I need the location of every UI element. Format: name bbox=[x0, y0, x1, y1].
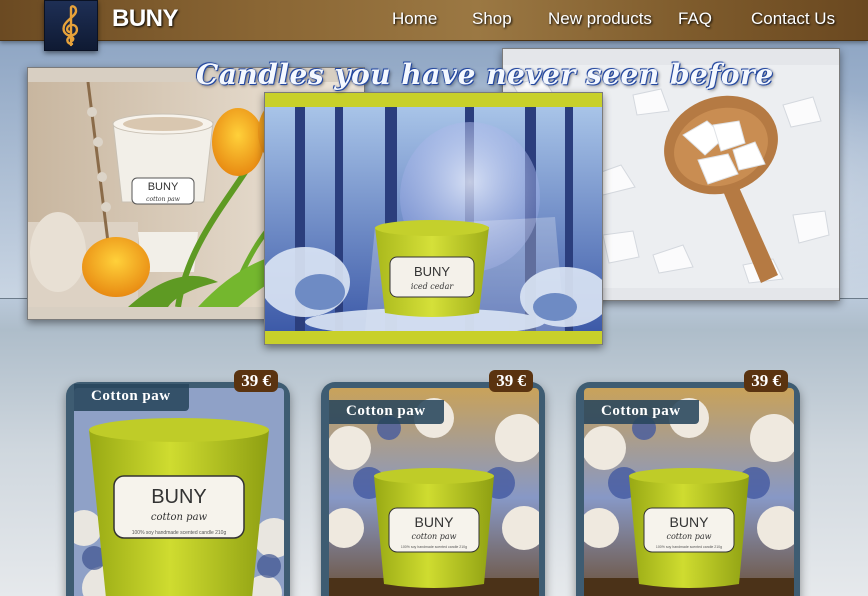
candle-label-brand: BUNY bbox=[415, 514, 455, 530]
nav-home[interactable]: Home bbox=[392, 9, 437, 29]
nav-faq[interactable]: FAQ bbox=[678, 9, 712, 29]
product-name[interactable]: Cotton paw bbox=[329, 400, 444, 424]
price-badge: 39 € bbox=[489, 370, 533, 392]
nav-contact-us[interactable]: Contact Us bbox=[751, 9, 835, 29]
candle-label-brand: BUNY bbox=[151, 486, 207, 508]
hero-tagline: Candles you have never seen before bbox=[196, 58, 774, 91]
candle-label-brand: BUNY bbox=[414, 264, 450, 279]
iced-cedar-forest-image: BUNY iced cedar bbox=[265, 107, 602, 336]
product-card[interactable]: 39 € BUNY cotton paw 100% soy handmade s… bbox=[576, 370, 800, 596]
product-name[interactable]: Cotton paw bbox=[584, 400, 699, 424]
nav-new-products[interactable]: New products bbox=[548, 9, 652, 29]
main-nav: Home Shop New products FAQ Contact Us bbox=[0, 9, 868, 33]
candle-label-name: iced cedar bbox=[411, 282, 455, 291]
product-name[interactable]: Cotton paw bbox=[74, 384, 189, 411]
candle-label-small: 100% soy handmade scented candle 210g bbox=[401, 545, 467, 549]
product-image[interactable]: BUNY cotton paw 100% soy handmade scente… bbox=[74, 388, 284, 596]
price-badge: 39 € bbox=[744, 370, 788, 392]
candle-image: BUNY cotton paw 100% soy handmade scente… bbox=[74, 388, 284, 596]
nav-shop[interactable]: Shop bbox=[472, 9, 512, 29]
candle-label-name: cotton paw bbox=[412, 532, 457, 541]
candle-label-name: cotton paw bbox=[667, 532, 712, 541]
candle-label-name: cotton paw bbox=[151, 512, 208, 523]
candle-label-name: cotton paw bbox=[146, 196, 181, 203]
price-badge: 39 € bbox=[234, 370, 278, 392]
candle-label-small: 100% soy handmade scented candle 210g bbox=[132, 530, 227, 536]
candle-label-brand: BUNY bbox=[670, 514, 710, 530]
product-card[interactable]: 39 € Cotton paw BUNY cotton paw 100% soy… bbox=[66, 370, 290, 596]
candle-label-brand: BUNY bbox=[148, 181, 179, 193]
product-card[interactable]: 39 € BUNY cotton paw 100% soy handmade s… bbox=[321, 370, 545, 596]
top-navigation-bar: BUNY Home Shop New products FAQ Contact … bbox=[0, 0, 868, 51]
candle-label-small: 100% soy handmade scented candle 210g bbox=[656, 545, 722, 549]
banner-photo-iced-cedar: BUNY iced cedar bbox=[264, 92, 603, 345]
